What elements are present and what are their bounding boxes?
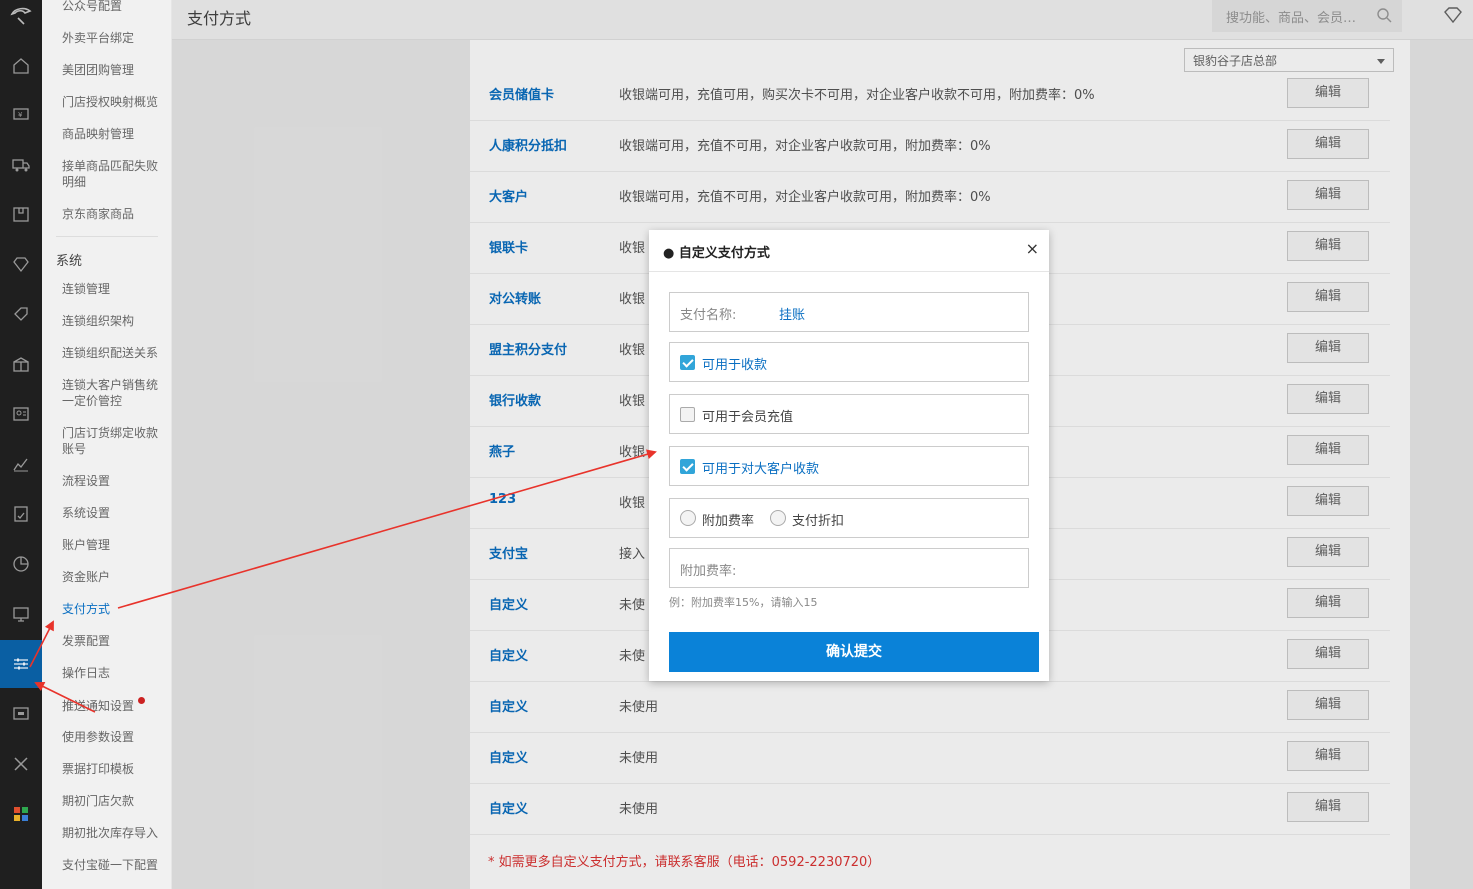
payment-name-field[interactable]: 支付名称: 挂账 (669, 292, 1029, 332)
receive-checkbox[interactable] (680, 355, 695, 370)
sidebar-item[interactable]: 票据打印模板 (62, 761, 166, 777)
recharge-checkbox[interactable] (680, 407, 695, 422)
dialog-title: ● 自定义支付方式 (663, 246, 770, 261)
fee-hint: 例：附加费率15%，请输入15 (669, 596, 818, 609)
sidebar-item[interactable]: 期初批次库存导入 (62, 825, 166, 841)
sidebar-item[interactable]: 连锁大客户销售统一定价管控 (62, 377, 166, 409)
fee-radio[interactable] (680, 510, 696, 526)
sidebar-item[interactable]: 接单商品匹配失败明细 (62, 158, 166, 190)
sidebar-item[interactable]: 期初门店欠款 (62, 793, 166, 809)
receive-checkbox-label: 可用于收款 (702, 358, 768, 373)
gift-icon[interactable] (0, 340, 42, 388)
home-icon[interactable] (0, 42, 42, 90)
screen-icon[interactable] (0, 690, 42, 738)
sidebar-item-push-notification[interactable]: 推送通知设置 (62, 697, 166, 714)
monitor-icon[interactable] (0, 590, 42, 638)
fee-radio-label: 附加费率 (702, 514, 755, 529)
sidebar-divider (56, 236, 158, 237)
sidebar-item[interactable]: 门店订货绑定收款账号 (62, 425, 166, 457)
discount-radio[interactable] (770, 510, 786, 526)
bigclient-checkbox-label: 可用于对大客户收款 (702, 462, 820, 477)
bigclient-checkbox[interactable] (680, 459, 695, 474)
sidebar-item[interactable]: 流程设置 (62, 473, 166, 489)
fee-rate-input[interactable]: 附加费率: (669, 548, 1029, 588)
fee-rate-placeholder: 附加费率: (680, 564, 737, 579)
cashier-icon[interactable]: ¥ (0, 90, 42, 138)
sidebar-item[interactable]: 商品映射管理 (62, 126, 166, 142)
sidebar-item[interactable]: 账户管理 (62, 537, 166, 553)
member-card-icon[interactable] (0, 390, 42, 438)
sidebar-item-label: 推送通知设置 (62, 699, 135, 713)
sidebar-item[interactable]: 操作日志 (62, 665, 166, 681)
sidebar-item[interactable]: 公众号配置 (62, 0, 166, 14)
receive-checkbox-row[interactable]: 可用于收款 (669, 342, 1029, 382)
bigclient-checkbox-row[interactable]: 可用于对大客户收款 (669, 446, 1029, 486)
sidebar-item[interactable]: 京东商家商品 (62, 206, 166, 222)
fee-type-radio-group: 附加费率 支付折扣 (669, 498, 1029, 538)
tag-icon[interactable] (0, 290, 42, 338)
discount-radio-label: 支付折扣 (792, 514, 845, 529)
sidebar-item[interactable]: 连锁组织配送关系 (62, 345, 166, 361)
sidebar-item[interactable]: 使用参数设置 (62, 729, 166, 745)
sidebar-item[interactable]: 支付宝碰一下配置 (62, 857, 166, 873)
custom-payment-dialog: ● 自定义支付方式 × 支付名称: 挂账 可用于收款 可用于会员充值 可用于对大… (649, 230, 1049, 681)
apps-icon[interactable] (0, 790, 42, 838)
truck-icon[interactable] (0, 140, 42, 188)
settings-sliders-icon[interactable] (0, 640, 42, 688)
chart-icon[interactable] (0, 440, 42, 488)
notification-dot (138, 697, 146, 704)
sidebar-item[interactable]: 连锁组织架构 (62, 313, 166, 329)
report-icon[interactable] (0, 490, 42, 538)
recharge-checkbox-label: 可用于会员充值 (702, 410, 794, 425)
sidebar-item[interactable]: 连锁管理 (62, 281, 166, 297)
settings-sidebar: 公众号配置 外卖平台绑定 美团团购管理 门店授权映射概览 商品映射管理 接单商品… (42, 0, 172, 889)
sidebar-item[interactable]: 资金账户 (62, 569, 166, 585)
icon-rail: ¥ (0, 0, 42, 889)
inventory-icon[interactable] (0, 190, 42, 238)
dialog-header: ● 自定义支付方式 × (649, 230, 1049, 272)
submit-button[interactable]: 确认提交 (669, 632, 1039, 672)
svg-text:¥: ¥ (18, 111, 23, 119)
recharge-checkbox-row[interactable]: 可用于会员充值 (669, 394, 1029, 434)
diamond-icon[interactable] (0, 240, 42, 288)
tools-icon[interactable] (0, 740, 42, 788)
sidebar-item[interactable]: 系统设置 (62, 505, 166, 521)
sidebar-item[interactable]: 发票配置 (62, 633, 166, 649)
sidebar-item[interactable]: 美团团购管理 (62, 62, 166, 78)
payment-name-label: 支付名称: (680, 308, 737, 323)
sidebar-section-title: 系统 (56, 254, 83, 269)
sidebar-item[interactable]: 外卖平台绑定 (62, 30, 166, 46)
sidebar-item-payment-methods[interactable]: 支付方式 (62, 601, 166, 617)
close-icon[interactable]: × (1026, 239, 1039, 258)
logo-icon (10, 7, 32, 25)
pie-chart-icon[interactable] (0, 540, 42, 588)
payment-name-value[interactable]: 挂账 (779, 304, 805, 323)
sidebar-item[interactable]: 门店授权映射概览 (62, 94, 166, 110)
